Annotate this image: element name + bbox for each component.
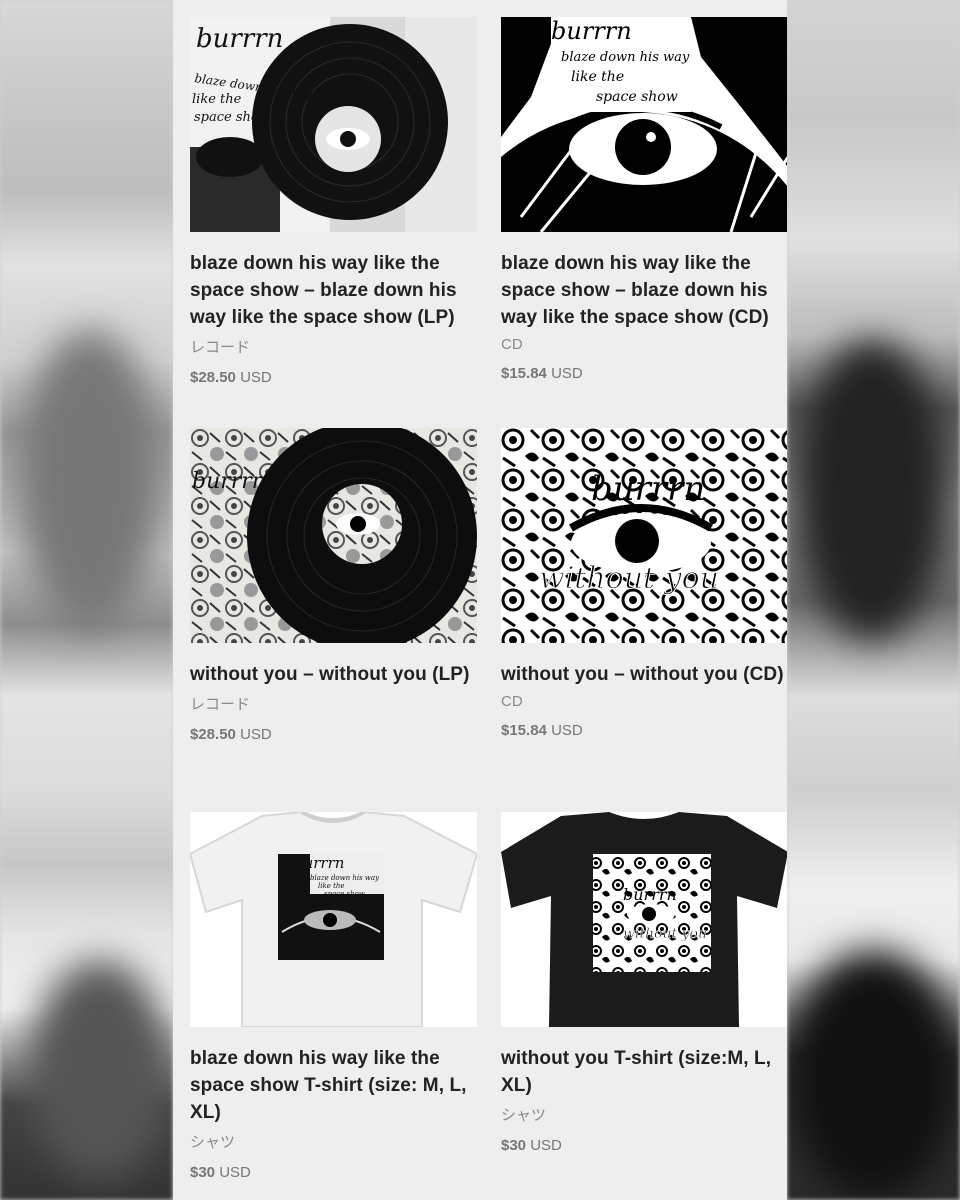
- art-text: burrrn: [192, 469, 266, 494]
- product-category: シャツ: [190, 1134, 236, 1151]
- product-title[interactable]: without you T-shirt (size:M, L, XL): [501, 1045, 787, 1099]
- price-currency: USD: [551, 722, 583, 739]
- product-price: $30 USD: [501, 1137, 787, 1154]
- art-text: burrrn: [623, 885, 677, 904]
- art-text: burrrn: [551, 17, 632, 45]
- price-amount: $15.84: [501, 722, 547, 739]
- product-image-without-you-lp[interactable]: burrrn: [190, 428, 477, 643]
- product-price: $15.84 USD: [501, 722, 787, 739]
- product-title[interactable]: blaze down his way like the space show T…: [190, 1045, 477, 1126]
- product-category: CD: [501, 336, 523, 353]
- art-text: blaze down his way: [561, 50, 690, 65]
- price-currency: USD: [240, 726, 272, 743]
- art-text: space show: [324, 890, 365, 898]
- product-card[interactable]: burrrn without you – without you (LP) レコ…: [190, 428, 477, 743]
- art-text: like the: [318, 882, 345, 890]
- product-category: CD: [501, 693, 523, 710]
- product-card[interactable]: burrrn without you without you T-shirt (…: [501, 812, 787, 1154]
- product-title[interactable]: blaze down his way like the space show –…: [501, 250, 787, 331]
- product-image-without-you-cd[interactable]: burrrn without you: [501, 428, 787, 643]
- product-price: $28.50 USD: [190, 369, 477, 386]
- product-title[interactable]: without you – without you (CD): [501, 661, 787, 688]
- blurred-backdrop-right: [787, 0, 960, 1200]
- product-image-blaze-tshirt[interactable]: burrrn blaze down his way like the space…: [190, 812, 477, 1027]
- art-text: without you: [539, 561, 719, 596]
- art-text: like the: [571, 69, 624, 85]
- art-text: blaze down his way: [310, 874, 380, 882]
- product-card[interactable]: burrrn blaze down his way like the space…: [190, 812, 477, 1181]
- product-category: レコード: [190, 696, 251, 713]
- art-text: burrrn: [196, 24, 283, 54]
- product-image-without-you-tshirt[interactable]: burrrn without you: [501, 812, 787, 1027]
- product-title[interactable]: blaze down his way like the space show –…: [190, 250, 477, 331]
- art-text: space show: [596, 89, 678, 105]
- art-text: burrrn: [294, 854, 344, 872]
- product-price: $30 USD: [190, 1164, 477, 1181]
- art-text: burrrn: [591, 469, 705, 509]
- product-category: レコード: [190, 339, 251, 356]
- price-amount: $30: [190, 1164, 216, 1181]
- art-text: space show: [194, 110, 270, 125]
- art-text: like the: [192, 92, 242, 107]
- blurred-backdrop-left: [0, 0, 173, 1200]
- product-title[interactable]: without you – without you (LP): [190, 661, 477, 688]
- price-amount: $28.50: [190, 369, 236, 386]
- art-text: without you: [623, 926, 707, 942]
- product-category: シャツ: [501, 1107, 547, 1124]
- price-currency: USD: [551, 365, 583, 382]
- price-currency: USD: [219, 1164, 251, 1181]
- price-amount: $28.50: [190, 726, 236, 743]
- product-image-blaze-cd[interactable]: burrrn blaze down his way like the space…: [501, 17, 787, 232]
- price-currency: USD: [530, 1137, 562, 1154]
- product-grid: burrrn blaze down his way like the space…: [173, 0, 787, 1200]
- product-image-blaze-lp[interactable]: burrrn blaze down his way like the space…: [190, 17, 477, 232]
- product-card[interactable]: burrrn without you without you – without…: [501, 428, 787, 739]
- price-amount: $30: [501, 1137, 527, 1154]
- price-amount: $15.84: [501, 365, 547, 382]
- price-currency: USD: [240, 369, 272, 386]
- product-price: $15.84 USD: [501, 365, 787, 382]
- product-price: $28.50 USD: [190, 726, 477, 743]
- product-card[interactable]: burrrn blaze down his way like the space…: [501, 17, 787, 382]
- product-card[interactable]: burrrn blaze down his way like the space…: [190, 17, 477, 386]
